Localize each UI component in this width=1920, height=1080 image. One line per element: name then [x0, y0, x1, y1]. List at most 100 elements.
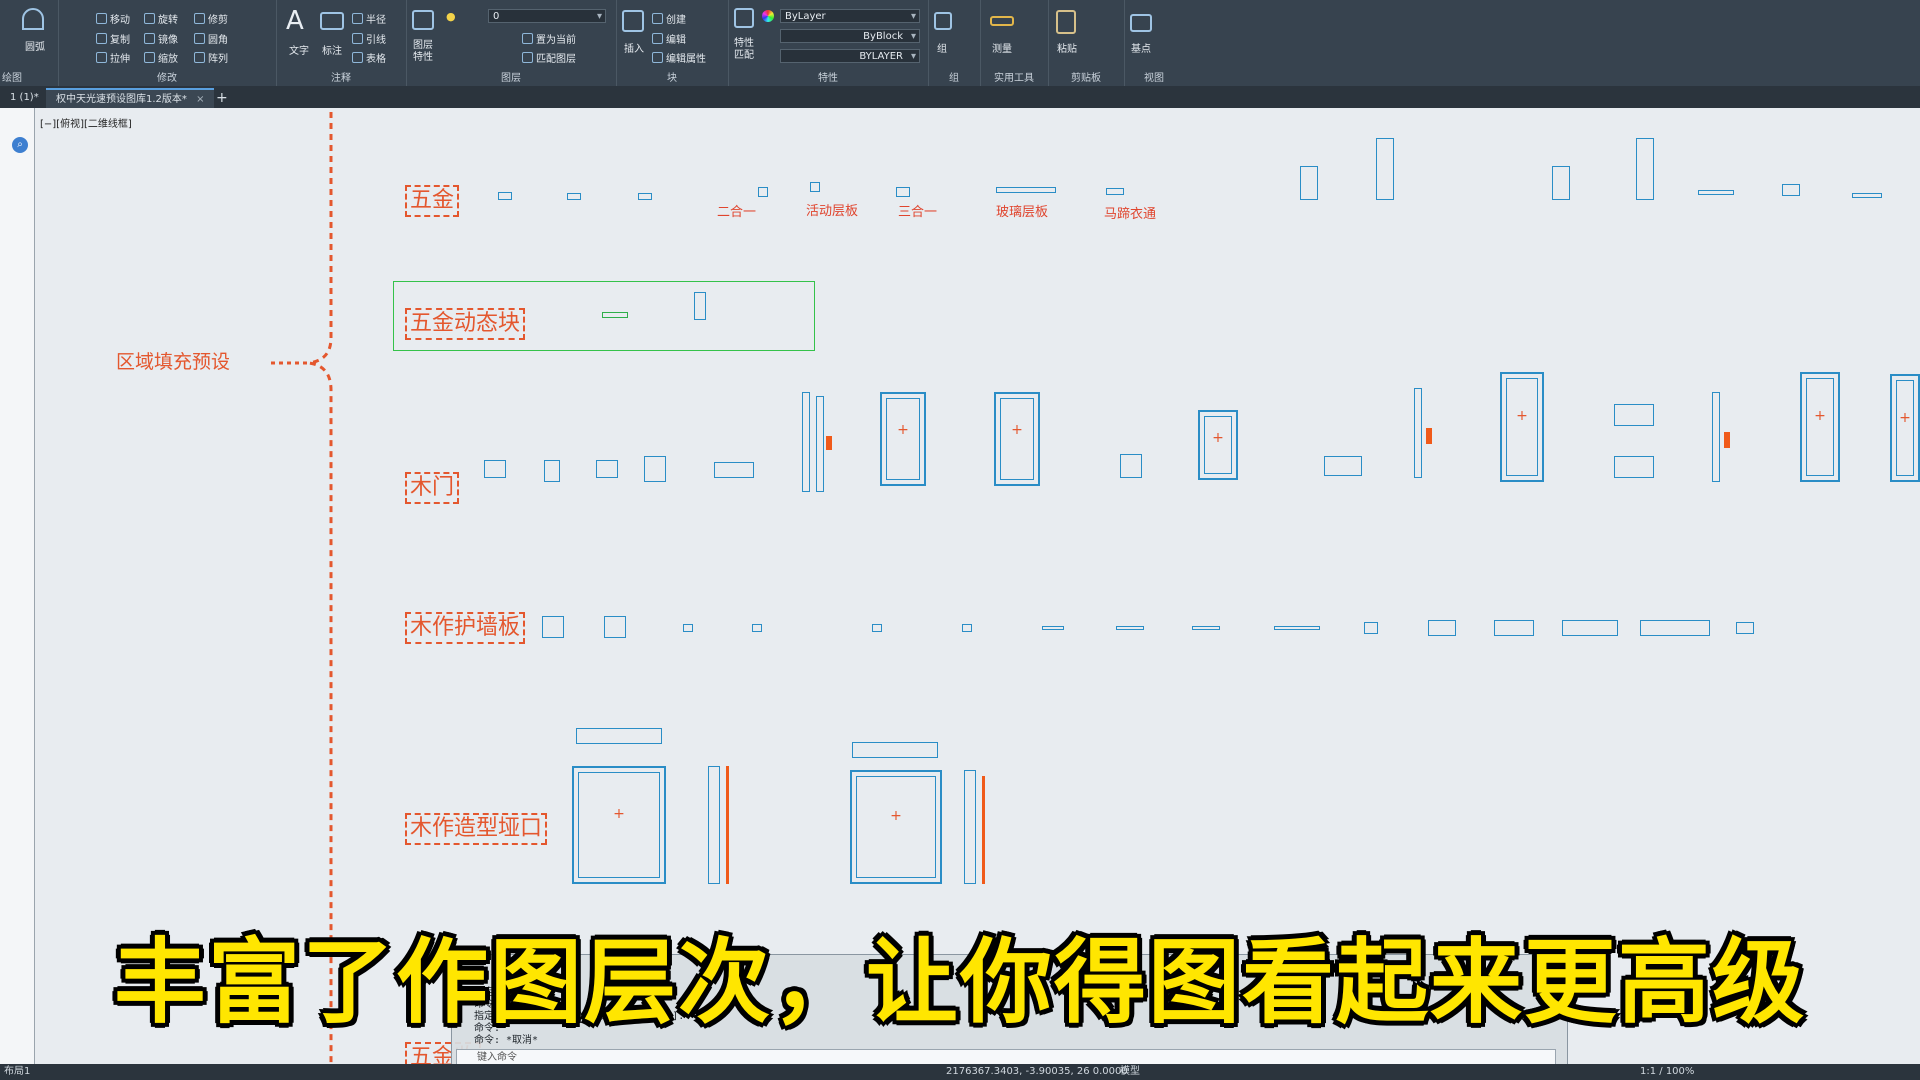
- tab-drawing-library[interactable]: 权中天光速预设图库1.2版本* ×: [46, 88, 215, 108]
- hardware-block[interactable]: [1852, 193, 1882, 198]
- hardware-block[interactable]: [567, 193, 581, 200]
- door-plan-block[interactable]: [484, 460, 506, 478]
- wall-panel-block[interactable]: [683, 624, 693, 632]
- wall-panel-block[interactable]: [752, 624, 762, 632]
- door-plan-block[interactable]: [596, 460, 618, 478]
- opening-header-block[interactable]: [852, 742, 938, 758]
- set-current-button[interactable]: 置为当前: [522, 31, 576, 46]
- wall-panel-block[interactable]: [1192, 626, 1220, 630]
- hardware-block[interactable]: [896, 187, 910, 197]
- group-icon[interactable]: [934, 12, 952, 30]
- edit-block-button[interactable]: 编辑: [652, 31, 686, 46]
- group-button[interactable]: 组: [937, 40, 947, 55]
- layout-tab[interactable]: 布局1: [4, 1064, 30, 1080]
- create-block-button[interactable]: 创建: [652, 11, 686, 26]
- opening-section-block[interactable]: [964, 770, 976, 884]
- door-section-block[interactable]: [1414, 388, 1422, 478]
- measure-icon[interactable]: [990, 16, 1014, 26]
- stretch-button[interactable]: 拉伸: [96, 50, 130, 65]
- fillet-button[interactable]: 圆角: [194, 31, 228, 46]
- wall-panel-block[interactable]: [1428, 620, 1456, 636]
- array-button[interactable]: 阵列: [194, 50, 228, 65]
- opening-section-block[interactable]: [708, 766, 720, 884]
- layer-properties-button[interactable]: 图层特性: [413, 40, 435, 64]
- opening-elevation[interactable]: [572, 766, 666, 884]
- hardware-block[interactable]: [1698, 190, 1734, 195]
- base-point-icon[interactable]: [1130, 14, 1152, 32]
- hardware-block[interactable]: [498, 192, 512, 200]
- door-plan-block[interactable]: [1324, 456, 1362, 476]
- wall-panel-block[interactable]: [542, 616, 564, 638]
- leader-button[interactable]: 引线: [352, 31, 386, 46]
- wall-panel-block[interactable]: [1116, 626, 1144, 630]
- wall-panel-block[interactable]: [1494, 620, 1534, 636]
- hardware-block[interactable]: [758, 187, 768, 197]
- hardware-block[interactable]: [1300, 166, 1318, 200]
- viewport-controls-label[interactable]: [−][俯视][二维线框]: [40, 115, 132, 130]
- wall-panel-block[interactable]: [1562, 620, 1618, 636]
- copy-button[interactable]: 复制: [96, 31, 130, 46]
- hardware-block[interactable]: [1552, 166, 1570, 200]
- wall-panel-block[interactable]: [604, 616, 626, 638]
- match-properties-button[interactable]: 特性匹配: [734, 38, 756, 62]
- match-layer-button[interactable]: 匹配图层: [522, 50, 576, 65]
- door-elevation[interactable]: [1198, 410, 1238, 480]
- door-plan-block[interactable]: [1614, 404, 1654, 426]
- scale-button[interactable]: 缩放: [144, 50, 178, 65]
- wall-panel-block[interactable]: [872, 624, 882, 632]
- close-icon[interactable]: ×: [196, 94, 204, 105]
- insert-button[interactable]: 插入: [624, 40, 644, 55]
- wall-panel-block[interactable]: [1274, 626, 1320, 630]
- hardware-block[interactable]: [996, 187, 1056, 193]
- table-button[interactable]: 表格: [352, 50, 386, 65]
- wall-panel-block[interactable]: [962, 624, 972, 632]
- dynamic-hardware-block[interactable]: [694, 292, 706, 320]
- text-button[interactable]: 文字: [289, 42, 309, 57]
- hardware-block[interactable]: [1782, 184, 1800, 196]
- layer-properties-icon[interactable]: [412, 10, 434, 30]
- mirror-button[interactable]: 镜像: [144, 31, 178, 46]
- paste-icon[interactable]: [1056, 10, 1076, 34]
- insert-icon[interactable]: [622, 10, 644, 32]
- dimension-button[interactable]: 标注: [322, 42, 342, 57]
- door-plan-block[interactable]: [1614, 456, 1654, 478]
- hardware-block[interactable]: [1636, 138, 1654, 200]
- radius-button[interactable]: 半径: [352, 11, 386, 26]
- trim-button[interactable]: 修剪: [194, 11, 228, 26]
- search-icon[interactable]: ⌕: [12, 137, 28, 153]
- lightbulb-icon[interactable]: ●: [446, 10, 456, 23]
- measure-button[interactable]: 测量: [992, 40, 1012, 55]
- tab-drawing-1[interactable]: 1 (1)*: [0, 88, 49, 108]
- wall-panel-block[interactable]: [1364, 622, 1378, 634]
- annotation-scale[interactable]: 1:1 / 100%: [1640, 1064, 1694, 1080]
- arc-button[interactable]: 圆弧: [25, 38, 45, 53]
- command-input[interactable]: 键入命令: [456, 1049, 1556, 1065]
- door-section-block[interactable]: [802, 392, 810, 492]
- hardware-block[interactable]: [638, 193, 652, 200]
- door-plan-block[interactable]: [544, 460, 560, 482]
- layer-dropdown[interactable]: 0: [488, 9, 606, 24]
- door-section-block[interactable]: [816, 396, 824, 492]
- door-elevation-panelled[interactable]: [1800, 372, 1840, 482]
- paste-button[interactable]: 粘贴: [1057, 40, 1077, 55]
- lineweight-dropdown[interactable]: BYLAYER: [780, 49, 920, 64]
- hardware-block[interactable]: [1376, 138, 1394, 200]
- arc-icon[interactable]: [22, 8, 44, 30]
- hardware-block[interactable]: [1106, 188, 1124, 195]
- door-elevation-panelled[interactable]: [1890, 374, 1920, 482]
- new-tab-button[interactable]: +: [206, 88, 238, 108]
- door-elevation[interactable]: [880, 392, 926, 486]
- hardware-block[interactable]: [810, 182, 820, 192]
- rotate-button[interactable]: 旋转: [144, 11, 178, 26]
- linetype-dropdown[interactable]: ByBlock: [780, 29, 920, 44]
- opening-elevation[interactable]: [850, 770, 942, 884]
- dynamic-hardware-block[interactable]: [602, 312, 628, 318]
- text-icon[interactable]: A: [286, 6, 304, 36]
- door-plan-block[interactable]: [644, 456, 666, 482]
- door-elevation[interactable]: [994, 392, 1040, 486]
- door-section-block[interactable]: [1712, 392, 1720, 482]
- move-button[interactable]: 移动: [96, 11, 130, 26]
- door-elevation-panelled[interactable]: [1500, 372, 1544, 482]
- base-point-button[interactable]: 基点: [1131, 40, 1151, 55]
- wall-panel-block[interactable]: [1042, 626, 1064, 630]
